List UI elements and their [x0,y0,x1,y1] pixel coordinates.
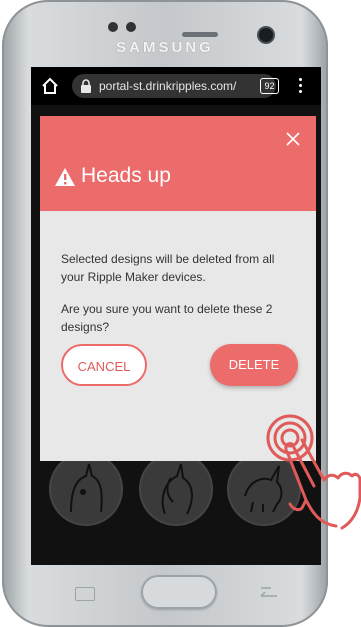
cancel-button[interactable]: CANCEL [61,344,147,386]
recent-apps-icon[interactable] [75,587,95,601]
home-button[interactable] [141,575,217,609]
sensor-right [126,22,136,32]
brand-logo: SAMSUNG [116,39,214,56]
back-icon[interactable] [257,584,279,600]
tap-gesture-icon [266,414,361,530]
close-icon[interactable] [286,132,300,146]
tabs-icon[interactable]: 92 [260,78,279,94]
warning-icon [55,168,75,186]
dialog-title: Heads up [81,164,171,187]
address-bar[interactable]: portal-st.drinkripples.com/ [72,74,276,98]
delete-button[interactable]: DELETE [210,344,298,386]
lock-icon [81,79,91,93]
home-icon[interactable] [41,77,59,95]
design-thumbnail[interactable] [139,452,213,526]
dialog-message: Selected designs will be deleted from al… [61,252,275,284]
design-thumbnail[interactable] [49,452,123,526]
browser-toolbar: portal-st.drinkripples.com/ 92 [31,67,321,105]
dialog-header: Heads up [40,116,316,211]
earpiece-speaker [182,32,218,37]
more-menu-icon[interactable] [299,78,303,94]
sensor-left [108,22,118,32]
url-text: portal-st.drinkripples.com/ [99,79,237,93]
dialog-question: Are you sure you want to delete these 2 … [61,302,273,334]
